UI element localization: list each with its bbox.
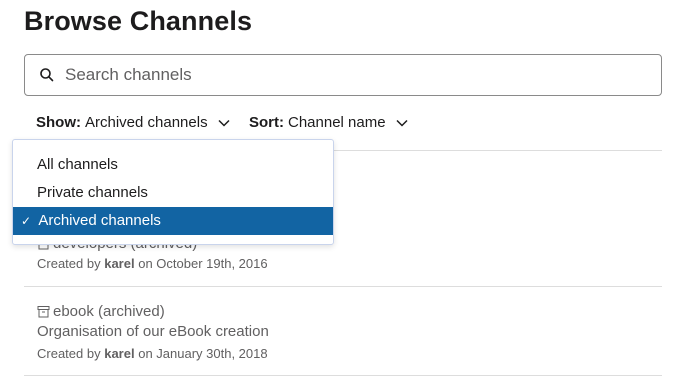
created-prefix: Created by xyxy=(37,346,101,361)
channel-name-row: ebook (archived) xyxy=(37,301,657,321)
creator-name: karel xyxy=(104,256,135,271)
divider xyxy=(24,375,662,376)
channel-description: Organisation of our eBook creation xyxy=(37,323,269,340)
chevron-down-icon xyxy=(218,119,230,127)
dropdown-item-all-channels[interactable]: All channels xyxy=(13,151,333,179)
channel-row[interactable]: ebook (archived) Organisation of our eBo… xyxy=(37,301,657,364)
chevron-down-icon xyxy=(396,119,408,127)
sort-filter-key: Sort: xyxy=(249,114,284,131)
dropdown-item-label: All channels xyxy=(37,156,118,173)
show-filter-value: Archived channels xyxy=(85,114,208,131)
check-icon: ✓ xyxy=(21,214,32,228)
dropdown-item-archived-channels[interactable]: ✓ Archived channels xyxy=(13,207,333,235)
creator-name: karel xyxy=(104,346,135,361)
channel-meta: Created by karel on October 19th, 2016 xyxy=(37,256,657,274)
search-input[interactable] xyxy=(65,55,645,95)
show-filter-key: Show: xyxy=(36,114,81,131)
show-filter-dropdown: All channels Private channels ✓ Archived… xyxy=(12,139,334,245)
search-box[interactable] xyxy=(24,54,662,96)
sort-filter-button[interactable]: Sort: Channel name xyxy=(249,114,408,131)
archive-icon xyxy=(37,305,50,317)
channel-name: ebook (archived) xyxy=(53,302,165,320)
page-title: Browse Channels xyxy=(24,6,253,36)
dropdown-item-label: Private channels xyxy=(37,184,148,201)
created-prefix: Created by xyxy=(37,256,101,271)
channel-meta: Created by karel on January 30th, 2018 xyxy=(37,346,657,364)
dropdown-item-label: Archived channels xyxy=(38,212,161,229)
search-icon xyxy=(40,68,54,82)
sort-filter-value: Channel name xyxy=(288,114,386,131)
created-date: on October 19th, 2016 xyxy=(138,256,268,271)
dropdown-item-private-channels[interactable]: Private channels xyxy=(13,179,333,207)
created-date: on January 30th, 2018 xyxy=(138,346,268,361)
divider xyxy=(24,286,662,287)
show-filter-button[interactable]: Show: Archived channels xyxy=(36,114,230,131)
browse-channels-page: Browse Channels Show: Archived channels … xyxy=(0,0,676,390)
